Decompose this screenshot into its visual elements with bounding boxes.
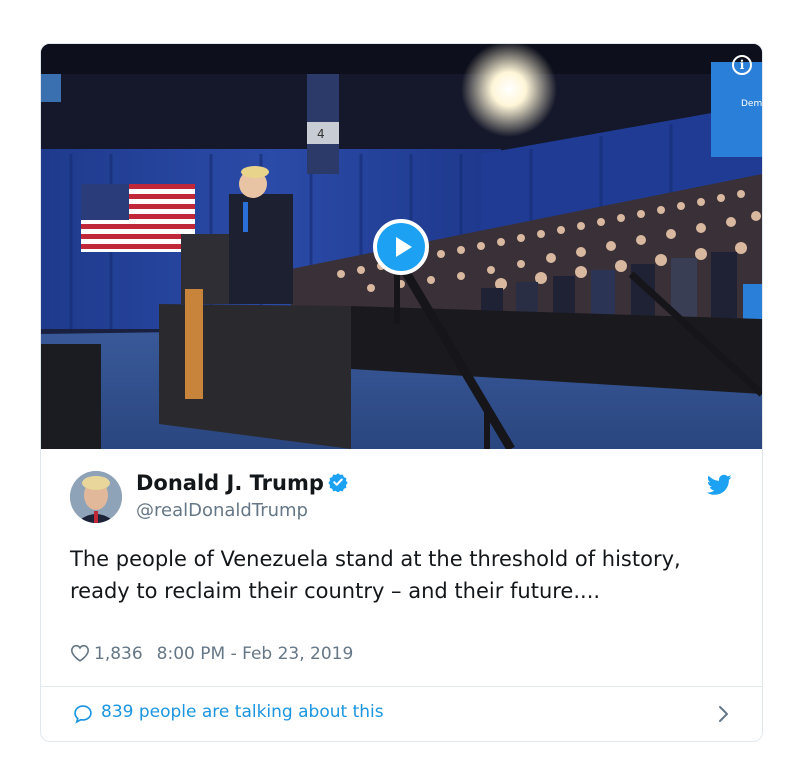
like-count[interactable]: 1,836 [94,644,143,664]
play-button[interactable] [373,219,429,275]
talking-about-link[interactable]: 839 people are talking about this [41,687,762,741]
avatar-image [70,471,122,523]
author-handle[interactable]: @realDonaldTrump [136,500,308,521]
info-icon[interactable]: i [732,55,752,75]
author-name[interactable]: Donald J. Trump [136,471,324,495]
video-thumbnail[interactable]: 4 Dem i [41,44,762,449]
heart-icon[interactable] [70,644,90,662]
american-flag [81,184,195,252]
tweet-author[interactable]: Donald J. Trump @realDonaldTrump [70,471,730,525]
speech-bubble-icon [74,705,92,724]
screen-text: Dem [741,99,762,109]
podium-number: 4 [317,127,325,141]
twitter-bird-icon[interactable] [707,474,732,496]
tweet-timestamp[interactable]: 8:00 PM - Feb 23, 2019 [157,644,354,664]
chevron-right-icon[interactable] [718,705,730,723]
play-icon [396,237,412,257]
tweet-text: The people of Venezuela stand at the thr… [70,547,681,603]
verified-icon [328,473,348,492]
tweet-embed-card[interactable]: 4 Dem i Donald J. Trump @realDonaldTrump… [40,43,763,742]
talking-about-label[interactable]: 839 people are talking about this [101,702,384,722]
avatar[interactable] [70,471,122,523]
tweet-meta: 1,836 8:00 PM - Feb 23, 2019 [70,644,353,664]
